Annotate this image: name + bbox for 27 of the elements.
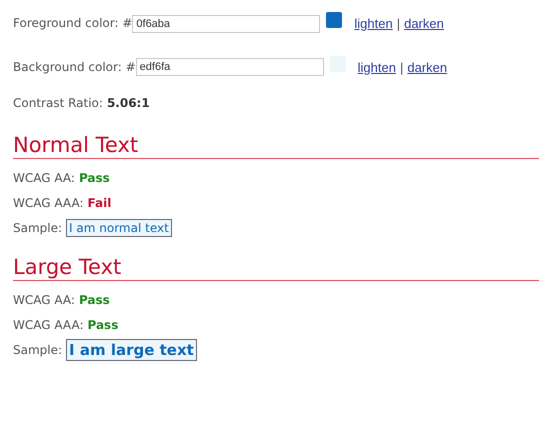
- result-value: Pass: [87, 318, 118, 332]
- input-field[interactable]: 0f6aba: [132, 15, 320, 33]
- result-label: WCAG AA:: [13, 292, 75, 306]
- link[interactable]: darken: [407, 60, 448, 74]
- sample-text: I am normal text: [66, 218, 172, 236]
- field-label: Foreground color: #: [13, 16, 132, 30]
- sample-label: Sample:: [13, 220, 62, 234]
- result-label: WCAG AAA:: [13, 196, 84, 210]
- contrast-label: Contrast Ratio:: [13, 96, 103, 110]
- section-heading: Normal Text: [13, 132, 539, 159]
- result-value: Pass: [78, 170, 110, 184]
- link[interactable]: lighten: [354, 16, 393, 30]
- link[interactable]: lighten: [358, 60, 396, 74]
- separator: |: [396, 16, 400, 30]
- section-heading: Large Text: [13, 254, 539, 281]
- contrast-value: 5.06:1: [106, 96, 150, 110]
- color-swatch[interactable]: [326, 12, 342, 28]
- result-label: WCAG AA:: [13, 170, 75, 184]
- result-value: Fail: [87, 196, 112, 210]
- field-label: Background color: #: [13, 60, 136, 74]
- sample-text: I am large text: [66, 338, 197, 360]
- input-field[interactable]: edf6fa: [136, 58, 324, 76]
- link[interactable]: darken: [404, 16, 444, 30]
- sample-label: Sample:: [13, 342, 62, 356]
- result-value: Pass: [78, 292, 110, 306]
- separator: |: [400, 60, 404, 74]
- result-label: WCAG AAA:: [13, 318, 84, 332]
